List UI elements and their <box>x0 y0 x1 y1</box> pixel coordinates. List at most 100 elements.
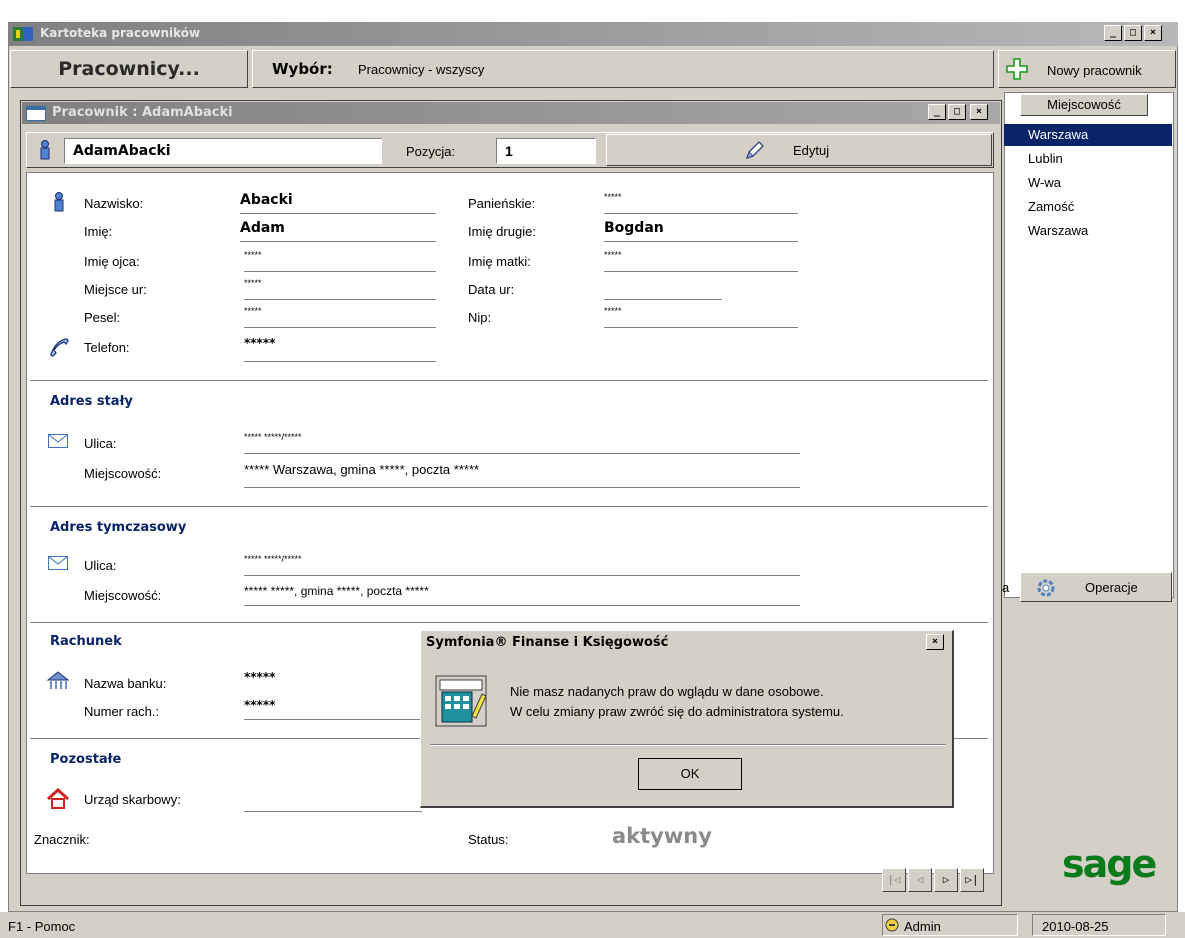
permanent-address-header: Adres stały <box>50 394 133 409</box>
second-name-label: Imię drugie: <box>468 224 536 239</box>
close-icon[interactable]: × <box>970 104 988 120</box>
edit-button[interactable]: Edytuj <box>606 134 992 166</box>
minimize-icon[interactable]: _ <box>1104 25 1122 41</box>
city-label: Miejscowość: <box>84 466 162 481</box>
phone-value: ***** <box>244 336 436 362</box>
user-panel <box>882 914 1018 936</box>
main-titlebar[interactable]: Kartoteka pracowników _ □ × <box>8 22 1178 46</box>
birthplace-label: Miejsce ur: <box>84 282 147 297</box>
window-icon <box>26 106 46 121</box>
divider <box>30 622 988 624</box>
previous-record-icon[interactable]: ◁ <box>908 868 932 892</box>
first-record-icon[interactable]: |◁ <box>882 868 906 892</box>
status-label: Status: <box>468 832 509 847</box>
surname-value: Abacki <box>240 192 436 214</box>
dialog-divider <box>430 744 946 746</box>
person-icon <box>40 140 50 160</box>
divider <box>30 380 988 382</box>
mother-name-label: Imię matki: <box>468 254 531 269</box>
street-value: ***** *****/***** <box>244 554 800 576</box>
bank-label: Nazwa banku: <box>84 676 167 691</box>
employee-name-field[interactable]: AdamAbacki <box>64 138 382 164</box>
dialog-message-line-2: W celu zmiany praw zwróć się do administ… <box>510 704 844 719</box>
operations-label: Operacje <box>1085 580 1138 595</box>
mail-icon <box>48 434 68 448</box>
user-key-icon <box>885 918 899 932</box>
marker-label: Znacznik: <box>34 832 90 847</box>
help-hint: F1 - Pomoc <box>8 919 76 934</box>
main-window-title: Kartoteka pracowników <box>40 26 201 40</box>
city-value: ***** *****, gmina *****, poczta ***** <box>244 584 800 606</box>
pesel-value: ***** <box>244 306 436 328</box>
city-item[interactable]: Warszawa <box>1004 124 1172 146</box>
tax-office-label: Urząd skarbowy: <box>84 792 181 807</box>
dialog-titlebar[interactable]: Symfonia® Finanse i Księgowość × <box>422 632 950 654</box>
phone-icon <box>50 338 69 357</box>
employee-window-titlebar[interactable]: Pracownik : AdamAbacki _ □ × <box>22 102 1000 124</box>
birthdate-label: Data ur: <box>468 282 515 297</box>
current-user: Admin <box>904 919 941 934</box>
position-field[interactable]: 1 <box>496 138 596 164</box>
other-header: Pozostałe <box>50 752 122 767</box>
home-icon <box>46 788 70 809</box>
father-name-value: ***** <box>244 250 436 272</box>
edit-label: Edytuj <box>793 143 830 158</box>
second-name-value: Bogdan <box>604 220 798 242</box>
next-record-icon[interactable]: ▷ <box>934 868 958 892</box>
first-name-value: Adam <box>240 220 436 242</box>
city-item[interactable]: Warszawa <box>1004 220 1172 242</box>
new-employee-label: Nowy pracownik <box>1047 63 1142 78</box>
bank-icon <box>46 671 70 689</box>
pesel-label: Pesel: <box>84 310 121 325</box>
close-icon[interactable]: × <box>926 634 944 650</box>
father-name-label: Imię ojca: <box>84 254 140 269</box>
gear-icon <box>1037 579 1055 597</box>
maiden-name-value: ***** <box>604 192 798 214</box>
pracownicy-button[interactable]: Pracownicy... <box>10 50 248 88</box>
first-name-label: Imię: <box>84 224 113 239</box>
nip-value: ***** <box>604 306 798 328</box>
city-item[interactable]: Lublin <box>1004 148 1172 170</box>
wybor-label: Wybór: <box>272 60 333 78</box>
account-number-label: Numer rach.: <box>84 704 160 719</box>
tax-office-value <box>244 788 422 812</box>
surname-label: Nazwisko: <box>84 196 144 211</box>
wybor-value: Pracownicy - wszyscy <box>358 62 485 77</box>
partial-button-label: a <box>1002 580 1010 595</box>
new-employee-button[interactable]: Nowy pracownik <box>998 50 1176 88</box>
city-value: ***** Warszawa, gmina *****, poczta ****… <box>244 462 800 488</box>
ok-button[interactable]: OK <box>638 758 742 790</box>
maximize-icon[interactable]: □ <box>948 104 966 120</box>
status-value: aktywny <box>612 824 712 848</box>
city-item[interactable]: W-wa <box>1004 172 1172 194</box>
birthdate-value <box>604 278 722 300</box>
app-icon <box>13 27 33 41</box>
close-icon[interactable]: × <box>1144 25 1162 41</box>
phone-label: Telefon: <box>84 340 130 355</box>
city-column-header[interactable]: Miejscowość <box>1020 94 1148 116</box>
temporary-address-header: Adres tymczasowy <box>50 520 187 535</box>
birthplace-value: ***** <box>244 278 436 300</box>
minimize-icon[interactable]: _ <box>928 104 946 120</box>
account-number-value: ***** <box>244 698 422 720</box>
city-item[interactable]: Zamość <box>1004 196 1172 218</box>
position-label: Pozycja: <box>406 144 456 159</box>
account-header: Rachunek <box>50 634 122 649</box>
last-record-icon[interactable]: ▷| <box>960 868 984 892</box>
maiden-name-label: Panieńskie: <box>468 196 536 211</box>
current-date: 2010-08-25 <box>1042 919 1109 934</box>
dialog-title: Symfonia® Finanse i Księgowość <box>426 635 669 650</box>
pencil-icon <box>745 141 764 160</box>
record-navigation: |◁ ◁ ▷ ▷| <box>882 868 994 894</box>
street-value: ***** *****/***** <box>244 432 800 454</box>
sage-logo: sage <box>1062 842 1157 886</box>
bank-value: ***** <box>244 670 276 684</box>
maximize-icon[interactable]: □ <box>1124 25 1142 41</box>
operations-button[interactable]: Operacje <box>1020 572 1172 602</box>
mother-name-value: ***** <box>604 250 798 272</box>
plus-icon <box>1006 58 1028 80</box>
nip-label: Nip: <box>468 310 492 325</box>
street-label: Ulica: <box>84 436 117 451</box>
person-icon <box>54 192 64 212</box>
street-label: Ulica: <box>84 558 117 573</box>
